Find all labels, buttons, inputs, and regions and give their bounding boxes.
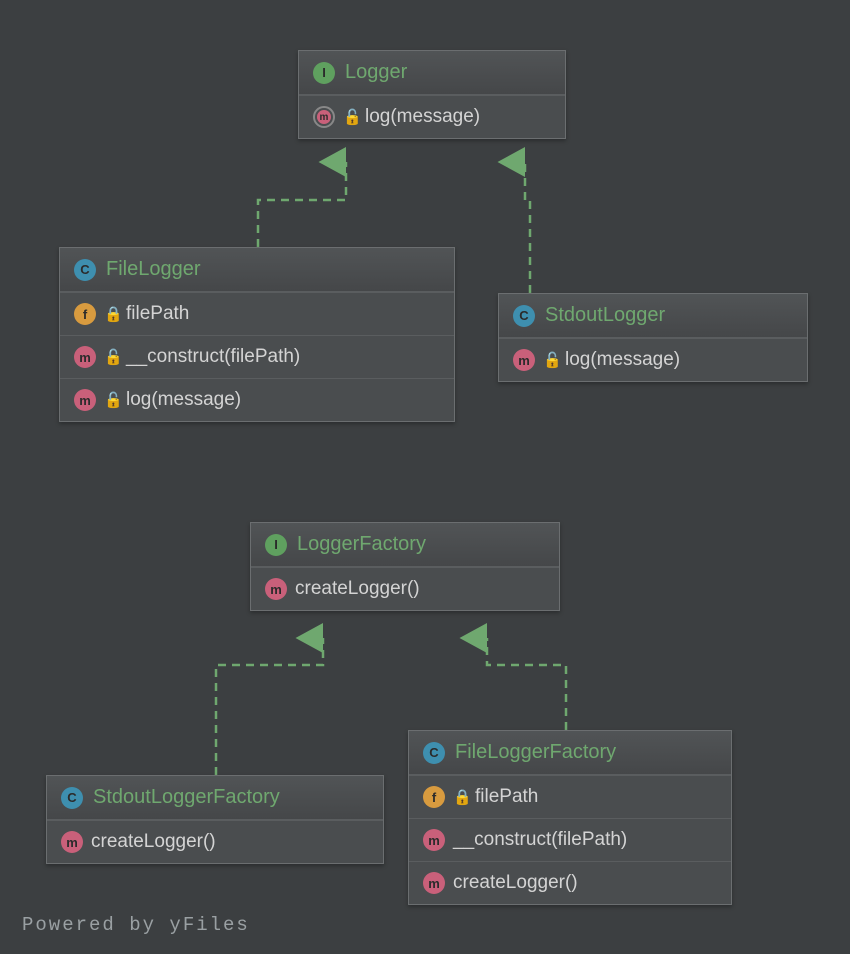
member-row: m 🔓 __construct(filePath): [60, 335, 454, 378]
method-icon: m: [265, 578, 287, 600]
class-stdout-logger-factory: C StdoutLoggerFactory m createLogger(): [46, 775, 384, 864]
method-icon: m: [423, 829, 445, 851]
member-signature: log(message): [365, 106, 480, 128]
method-icon: m: [74, 346, 96, 368]
class-stdout-logger: C StdoutLogger m 🔓 log(message): [498, 293, 808, 382]
unlock-icon: 🔓: [104, 391, 118, 409]
class-file-logger: C FileLogger f 🔒 filePath m 🔓 __construc…: [59, 247, 455, 422]
member-row: m 🔓 log(message): [60, 378, 454, 421]
member-signature: log(message): [126, 389, 241, 411]
member-row: m 🔓 log(message): [299, 95, 565, 138]
class-header: I LoggerFactory: [251, 523, 559, 567]
member-row: m createLogger(): [251, 567, 559, 610]
member-row: m createLogger(): [409, 861, 731, 904]
class-logger-factory: I LoggerFactory m createLogger(): [250, 522, 560, 611]
class-header: C StdoutLogger: [499, 294, 807, 338]
field-icon: f: [423, 786, 445, 808]
class-icon: C: [74, 259, 96, 281]
class-file-logger-factory: C FileLoggerFactory f 🔒 filePath m __con…: [408, 730, 732, 905]
powered-by-label: Powered by yFiles: [22, 914, 250, 936]
class-name: StdoutLogger: [545, 304, 665, 327]
interface-icon: I: [313, 62, 335, 84]
class-name: Logger: [345, 61, 407, 84]
class-logger: I Logger m 🔓 log(message): [298, 50, 566, 139]
member-signature: filePath: [126, 303, 189, 325]
member-row: m 🔓 log(message): [499, 338, 807, 381]
member-row: m createLogger(): [47, 820, 383, 863]
member-signature: __construct(filePath): [126, 346, 300, 368]
class-header: I Logger: [299, 51, 565, 95]
lock-icon: 🔒: [453, 788, 467, 806]
class-name: LoggerFactory: [297, 533, 426, 556]
method-icon: m: [513, 349, 535, 371]
member-row: m __construct(filePath): [409, 818, 731, 861]
method-icon: m: [74, 389, 96, 411]
member-signature: createLogger(): [91, 831, 216, 853]
class-name: StdoutLoggerFactory: [93, 786, 280, 809]
member-row: f 🔒 filePath: [409, 775, 731, 818]
member-row: f 🔒 filePath: [60, 292, 454, 335]
interface-icon: I: [265, 534, 287, 556]
method-abstract-icon: m: [313, 106, 335, 128]
class-name: FileLoggerFactory: [455, 741, 616, 764]
class-header: C StdoutLoggerFactory: [47, 776, 383, 820]
member-signature: __construct(filePath): [453, 829, 627, 851]
class-header: C FileLoggerFactory: [409, 731, 731, 775]
class-icon: C: [61, 787, 83, 809]
unlock-icon: 🔓: [343, 108, 357, 126]
member-signature: filePath: [475, 786, 538, 808]
field-icon: f: [74, 303, 96, 325]
class-icon: C: [423, 742, 445, 764]
lock-icon: 🔒: [104, 305, 118, 323]
unlock-icon: 🔓: [543, 351, 557, 369]
member-signature: createLogger(): [453, 872, 578, 894]
class-name: FileLogger: [106, 258, 201, 281]
member-signature: createLogger(): [295, 578, 420, 600]
method-icon: m: [61, 831, 83, 853]
member-signature: log(message): [565, 349, 680, 371]
class-icon: C: [513, 305, 535, 327]
method-icon: m: [423, 872, 445, 894]
class-header: C FileLogger: [60, 248, 454, 292]
unlock-icon: 🔓: [104, 348, 118, 366]
